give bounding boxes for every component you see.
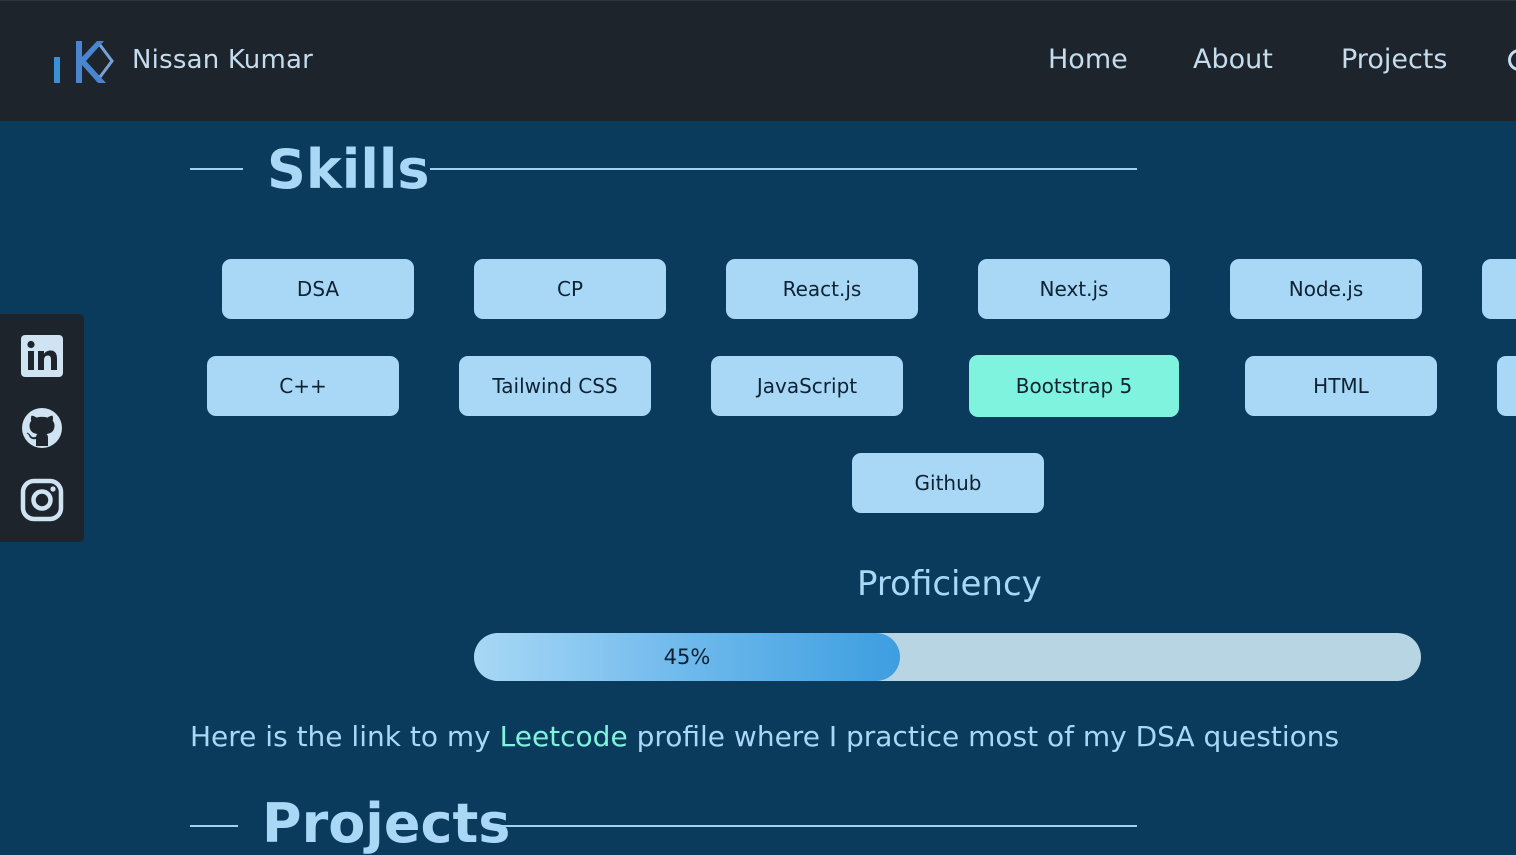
proficiency-title: Proficiency xyxy=(857,564,1042,604)
skill-pill-cp[interactable]: CP xyxy=(474,259,666,319)
heading-line-left xyxy=(190,168,243,170)
nav-about[interactable]: About xyxy=(1193,44,1273,75)
leetcode-text-before: Here is the link to my xyxy=(190,720,500,753)
skill-pill-bootstrap[interactable]: Bootstrap 5 xyxy=(969,355,1179,417)
leetcode-text: Here is the link to my Leetcode profile … xyxy=(190,720,1339,753)
leetcode-link[interactable]: Leetcode xyxy=(500,720,628,753)
logo-icon[interactable] xyxy=(52,35,116,89)
projects-title: Projects xyxy=(262,792,511,855)
skill-pill-tailwind[interactable]: Tailwind CSS xyxy=(459,356,651,416)
skill-pill-nodejs[interactable]: Node.js xyxy=(1230,259,1422,319)
nav-projects[interactable]: Projects xyxy=(1341,44,1447,75)
leetcode-text-after: profile where I practice most of my DSA … xyxy=(627,720,1340,753)
nav-overflow-icon[interactable] xyxy=(1508,49,1516,71)
skill-pill-github[interactable]: Github xyxy=(852,453,1044,513)
linkedin-icon[interactable] xyxy=(20,334,64,378)
github-icon[interactable] xyxy=(20,406,64,450)
brand-name[interactable]: Nissan Kumar xyxy=(132,45,313,75)
instagram-icon[interactable] xyxy=(20,478,64,522)
heading-line-right xyxy=(430,168,1137,170)
skill-pill-clipped[interactable] xyxy=(1497,356,1516,416)
proficiency-bar: 45% xyxy=(474,633,1421,681)
skill-pill-nextjs[interactable]: Next.js xyxy=(978,259,1170,319)
skill-pill-dsa[interactable]: DSA xyxy=(222,259,414,319)
heading-line-right xyxy=(500,825,1137,827)
skill-pill-clipped[interactable] xyxy=(1482,259,1516,319)
navbar: Nissan Kumar Home About Projects xyxy=(0,0,1516,121)
skills-title: Skills xyxy=(267,138,430,201)
social-sidebar xyxy=(0,314,84,542)
skill-pill-javascript[interactable]: JavaScript xyxy=(711,356,903,416)
skill-pill-html[interactable]: HTML xyxy=(1245,356,1437,416)
skill-pill-cpp[interactable]: C++ xyxy=(207,356,399,416)
proficiency-label: 45% xyxy=(663,645,711,669)
skill-pill-reactjs[interactable]: React.js xyxy=(726,259,918,319)
nav-home[interactable]: Home xyxy=(1048,44,1128,75)
heading-line-left xyxy=(190,825,238,827)
